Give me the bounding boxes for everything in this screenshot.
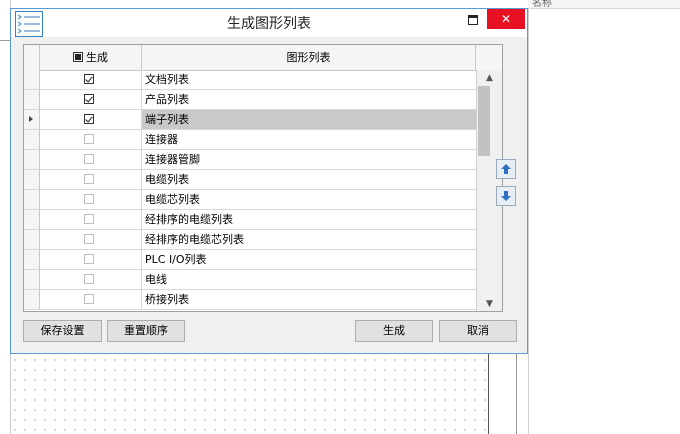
row-header[interactable]	[24, 270, 40, 289]
background-line	[516, 340, 517, 434]
background-right-panel	[528, 0, 680, 434]
generate-cell	[40, 230, 142, 249]
column-header-graphic-list[interactable]: 图形列表	[142, 45, 476, 70]
row-header[interactable]	[24, 210, 40, 229]
generate-checkbox[interactable]	[84, 134, 94, 144]
generate-button[interactable]: 生成	[355, 320, 433, 342]
table-row[interactable]: 连接器	[24, 130, 476, 150]
row-header[interactable]	[24, 150, 40, 169]
arrow-down-icon	[501, 191, 511, 201]
generate-checkbox[interactable]	[84, 214, 94, 224]
generate-checkbox[interactable]	[84, 274, 94, 284]
generate-checkbox[interactable]	[84, 174, 94, 184]
scroll-thumb[interactable]	[478, 86, 490, 156]
background-line	[488, 350, 489, 434]
move-down-button[interactable]	[496, 186, 516, 206]
dialog-title: 生成图形列表	[227, 16, 311, 32]
current-row-arrow-icon	[29, 116, 33, 122]
generate-checkbox[interactable]	[84, 154, 94, 164]
save-settings-button[interactable]: 保存设置	[23, 320, 102, 342]
row-header[interactable]	[24, 130, 40, 149]
graphic-list-grid: 生成 图形列表 文档列表 产品列表 端子列表 连接器 连接器管脚 电缆列表 电缆芯列表 经排序…	[23, 44, 503, 312]
generate-cell	[40, 190, 142, 209]
graphic-list-name-cell[interactable]: 桥接列表	[142, 290, 476, 309]
scroll-down-icon[interactable]: ▼	[477, 296, 502, 311]
row-header[interactable]	[24, 250, 40, 269]
generate-cell	[40, 290, 142, 309]
generate-checkbox[interactable]	[84, 294, 94, 304]
table-row[interactable]: 连接器管脚	[24, 150, 476, 170]
close-button[interactable]: ✕	[487, 9, 525, 29]
maximize-button[interactable]	[459, 9, 487, 29]
reset-order-button[interactable]: 重置顺序	[107, 320, 185, 342]
generate-cell	[40, 170, 142, 189]
generate-cell	[40, 270, 142, 289]
table-row[interactable]: PLC I/O列表	[24, 250, 476, 270]
graphic-list-name-cell[interactable]: 文档列表	[142, 70, 476, 89]
row-header[interactable]	[24, 290, 40, 309]
scroll-up-icon[interactable]: ▲	[477, 70, 502, 86]
grid-header-corner	[476, 45, 502, 70]
table-row[interactable]: 文档列表	[24, 70, 476, 90]
graphic-list-name-cell[interactable]: 经排序的电缆列表	[142, 210, 476, 229]
generate-cell	[40, 210, 142, 229]
graphic-list-name-cell[interactable]: 电线	[142, 270, 476, 289]
generate-checkbox[interactable]	[84, 114, 94, 124]
generate-cell	[40, 130, 142, 149]
row-header[interactable]	[24, 70, 40, 89]
generate-checkbox[interactable]	[84, 94, 94, 104]
table-row[interactable]: 端子列表	[24, 110, 476, 130]
graphic-list-name-cell[interactable]: 经排序的电缆芯列表	[142, 230, 476, 249]
table-row[interactable]: 电缆列表	[24, 170, 476, 190]
generate-cell	[40, 70, 142, 89]
cancel-button[interactable]: 取消	[439, 320, 517, 342]
background-right-panel-header: 名称	[528, 0, 680, 9]
background-right-panel-header-label: 名称	[532, 0, 552, 9]
row-header[interactable]	[24, 190, 40, 209]
graphic-list-name-cell[interactable]: PLC I/O列表	[142, 250, 476, 269]
table-row[interactable]: 产品列表	[24, 90, 476, 110]
table-row[interactable]: 桥接列表	[24, 290, 476, 310]
table-row[interactable]: 经排序的电缆列表	[24, 210, 476, 230]
dialog-titlebar[interactable]: 生成图形列表 ✕	[11, 9, 527, 37]
generate-checkbox[interactable]	[84, 194, 94, 204]
generate-cell	[40, 110, 142, 129]
generate-cell	[40, 250, 142, 269]
arrow-up-icon	[501, 164, 511, 174]
generate-graphic-list-dialog: 生成图形列表 ✕ 生成 图形列表 文档列表 产品列表 端子列表 连接器 连接器管脚 电缆列…	[10, 8, 528, 354]
generate-checkbox[interactable]	[84, 254, 94, 264]
grid-header: 生成 图形列表	[24, 45, 502, 71]
background-canvas-grid	[10, 355, 488, 434]
graphic-list-name-cell[interactable]: 连接器管脚	[142, 150, 476, 169]
row-header[interactable]	[24, 90, 40, 109]
row-header-column	[24, 45, 40, 70]
generate-checkbox[interactable]	[84, 234, 94, 244]
table-row[interactable]: 电缆芯列表	[24, 190, 476, 210]
graphic-list-name-cell[interactable]: 电缆列表	[142, 170, 476, 189]
graphic-list-name-cell[interactable]: 产品列表	[142, 90, 476, 109]
graphic-list-name-cell[interactable]: 连接器	[142, 130, 476, 149]
table-row[interactable]: 电线	[24, 270, 476, 290]
select-all-checkbox[interactable]	[73, 52, 83, 62]
graphic-list-name-cell[interactable]: 电缆芯列表	[142, 190, 476, 209]
graphic-list-name-cell[interactable]: 端子列表	[142, 110, 476, 129]
row-header[interactable]	[24, 230, 40, 249]
move-up-button[interactable]	[496, 159, 516, 179]
generate-checkbox[interactable]	[84, 74, 94, 84]
column-header-generate[interactable]: 生成	[40, 45, 142, 70]
row-header[interactable]	[24, 110, 40, 129]
generate-cell	[40, 150, 142, 169]
grid-rows: 文档列表 产品列表 端子列表 连接器 连接器管脚 电缆列表 电缆芯列表 经排序的电缆列表 经排序…	[24, 70, 476, 310]
background-line	[0, 40, 10, 41]
table-row[interactable]: 经排序的电缆芯列表	[24, 230, 476, 250]
generate-cell	[40, 90, 142, 109]
column-header-generate-label: 生成	[86, 51, 108, 64]
row-header[interactable]	[24, 170, 40, 189]
